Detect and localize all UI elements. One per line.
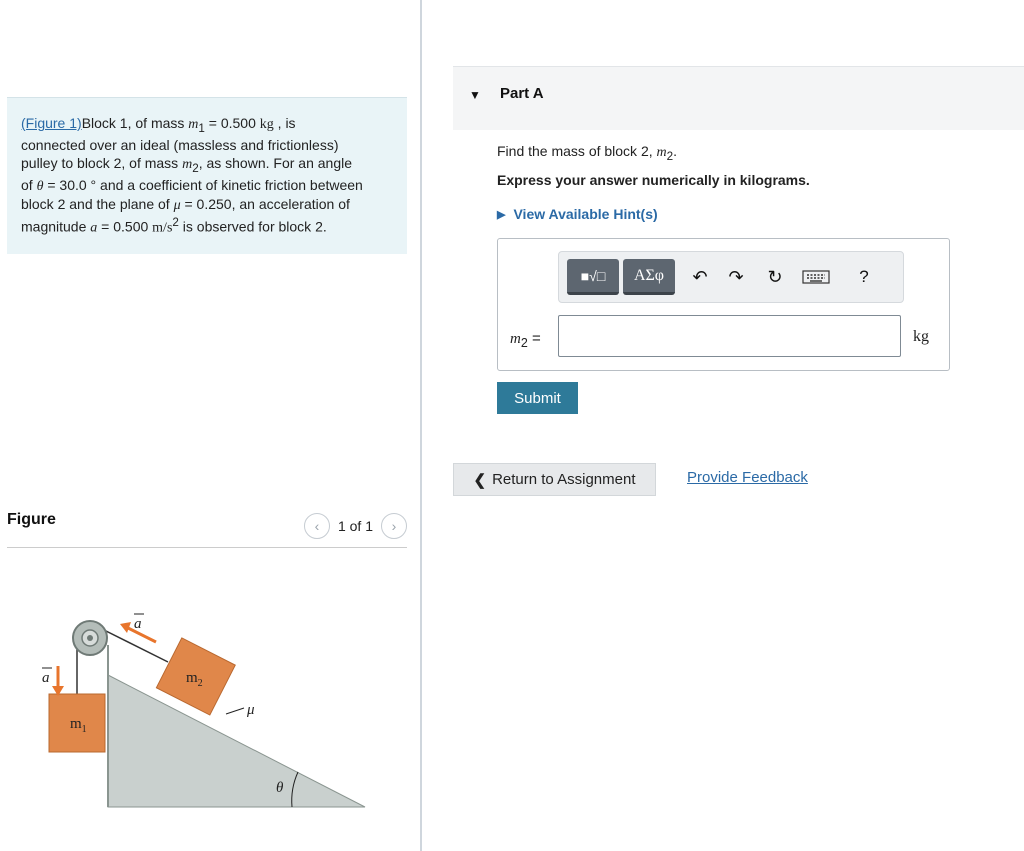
symbol-m2: m: [510, 331, 521, 347]
chevron-left-icon: ❮: [473, 471, 487, 489]
symbol-m1: m: [188, 117, 199, 132]
figure-pager: ‹ 1 of 1 ›: [303, 513, 407, 539]
templates-button[interactable]: ■√□: [567, 259, 619, 295]
problem-text: , as shown. For an angle: [198, 154, 352, 171]
left-panel: (Figure 1)Block 1, of mass m1 = 0.500 kg…: [0, 0, 422, 851]
greek-label: ΑΣφ: [633, 266, 665, 284]
subscript: 2: [520, 336, 528, 350]
provide-feedback-link[interactable]: Provide Feedback: [687, 469, 808, 486]
figure-link[interactable]: (Figure 1): [21, 115, 82, 131]
chevron-right-icon[interactable]: ›: [381, 513, 407, 539]
problem-text: = 30.0 ° and a coefficient of kinetic fr…: [43, 177, 363, 194]
problem-statement: (Figure 1)Block 1, of mass m1 = 0.500 kg…: [7, 97, 407, 254]
caret-down-icon[interactable]: ▼: [469, 88, 481, 102]
return-label: Return to Assignment: [492, 471, 636, 488]
accel-label-2: a: [134, 616, 142, 632]
math-toolbar: ■√□ ΑΣφ ↶ ↷ ↻ ?: [558, 251, 904, 303]
block-2: m2: [155, 637, 236, 716]
unit-ms2: m/s: [152, 220, 173, 236]
question-part: Find the mass of block 2,: [497, 143, 657, 159]
instruction-text: Express your answer numerically in kilog…: [497, 172, 810, 188]
theta-label: θ: [276, 780, 284, 796]
question-text: Find the mass of block 2, m2.: [497, 143, 677, 163]
problem-text: connected over an ideal (massless and fr…: [21, 137, 339, 154]
problem-text: magnitude: [21, 218, 91, 235]
answer-input[interactable]: [558, 315, 901, 357]
incline-plane: [107, 674, 366, 808]
problem-text: is observed for block 2.: [178, 218, 327, 235]
symbol-m2: m: [656, 145, 667, 160]
submit-button[interactable]: Submit: [497, 382, 578, 414]
part-a-header[interactable]: ▼ Part A: [453, 66, 1024, 130]
unit-label: kg: [913, 328, 929, 345]
answer-label: m2 =: [510, 330, 541, 350]
figure-header: Figure ‹ 1 of 1 ›: [7, 506, 407, 548]
mu-label: μ: [246, 702, 255, 718]
undo-icon[interactable]: ↶: [688, 265, 712, 289]
unit-kg: kg: [259, 117, 274, 132]
mu-leader: [225, 707, 245, 715]
hint-label: View Available Hint(s): [513, 206, 658, 222]
problem-text: Block 1, of mass: [81, 115, 189, 131]
problem-text: = 0.500: [204, 115, 260, 131]
answer-panel: ■√□ ΑΣφ ↶ ↷ ↻ ? m2 = kg: [497, 238, 950, 371]
reset-icon[interactable]: ↻: [763, 265, 787, 289]
problem-text: = 0.500: [97, 218, 153, 235]
chevron-left-icon[interactable]: ‹: [303, 513, 330, 539]
part-title: Part A: [500, 85, 544, 102]
symbol-m2: m: [182, 156, 193, 172]
page-indicator: 1 of 1: [337, 518, 373, 534]
hint-toggle[interactable]: ▶ View Available Hint(s): [497, 206, 658, 222]
incline-pulley-figure: m1 m2 a a μ θ: [42, 613, 366, 808]
question-part: .: [673, 143, 678, 159]
caret-right-icon: ▶: [497, 208, 506, 221]
accel-label-1: a: [42, 670, 50, 686]
accel-arrow-2: [127, 626, 157, 644]
problem-text: of: [21, 177, 37, 194]
greek-letters-button[interactable]: ΑΣφ: [623, 259, 675, 295]
figure-title: Figure: [7, 511, 56, 528]
problem-text: block 2 and the plane of: [21, 195, 174, 212]
problem-text: pulley to block 2, of mass: [21, 154, 183, 171]
symbol-mu: μ: [173, 197, 181, 213]
return-to-assignment-button[interactable]: ❮ Return to Assignment: [453, 463, 656, 496]
problem-text: , is: [273, 115, 296, 131]
pulley-axle: [87, 635, 93, 641]
redo-icon[interactable]: ↷: [724, 265, 748, 289]
templates-icon: ■√□: [580, 267, 606, 284]
problem-text: = 0.250, an acceleration of: [180, 195, 350, 212]
equals-sign: =: [527, 330, 541, 347]
help-icon[interactable]: ?: [852, 265, 876, 289]
keyboard-icon[interactable]: [801, 265, 831, 289]
